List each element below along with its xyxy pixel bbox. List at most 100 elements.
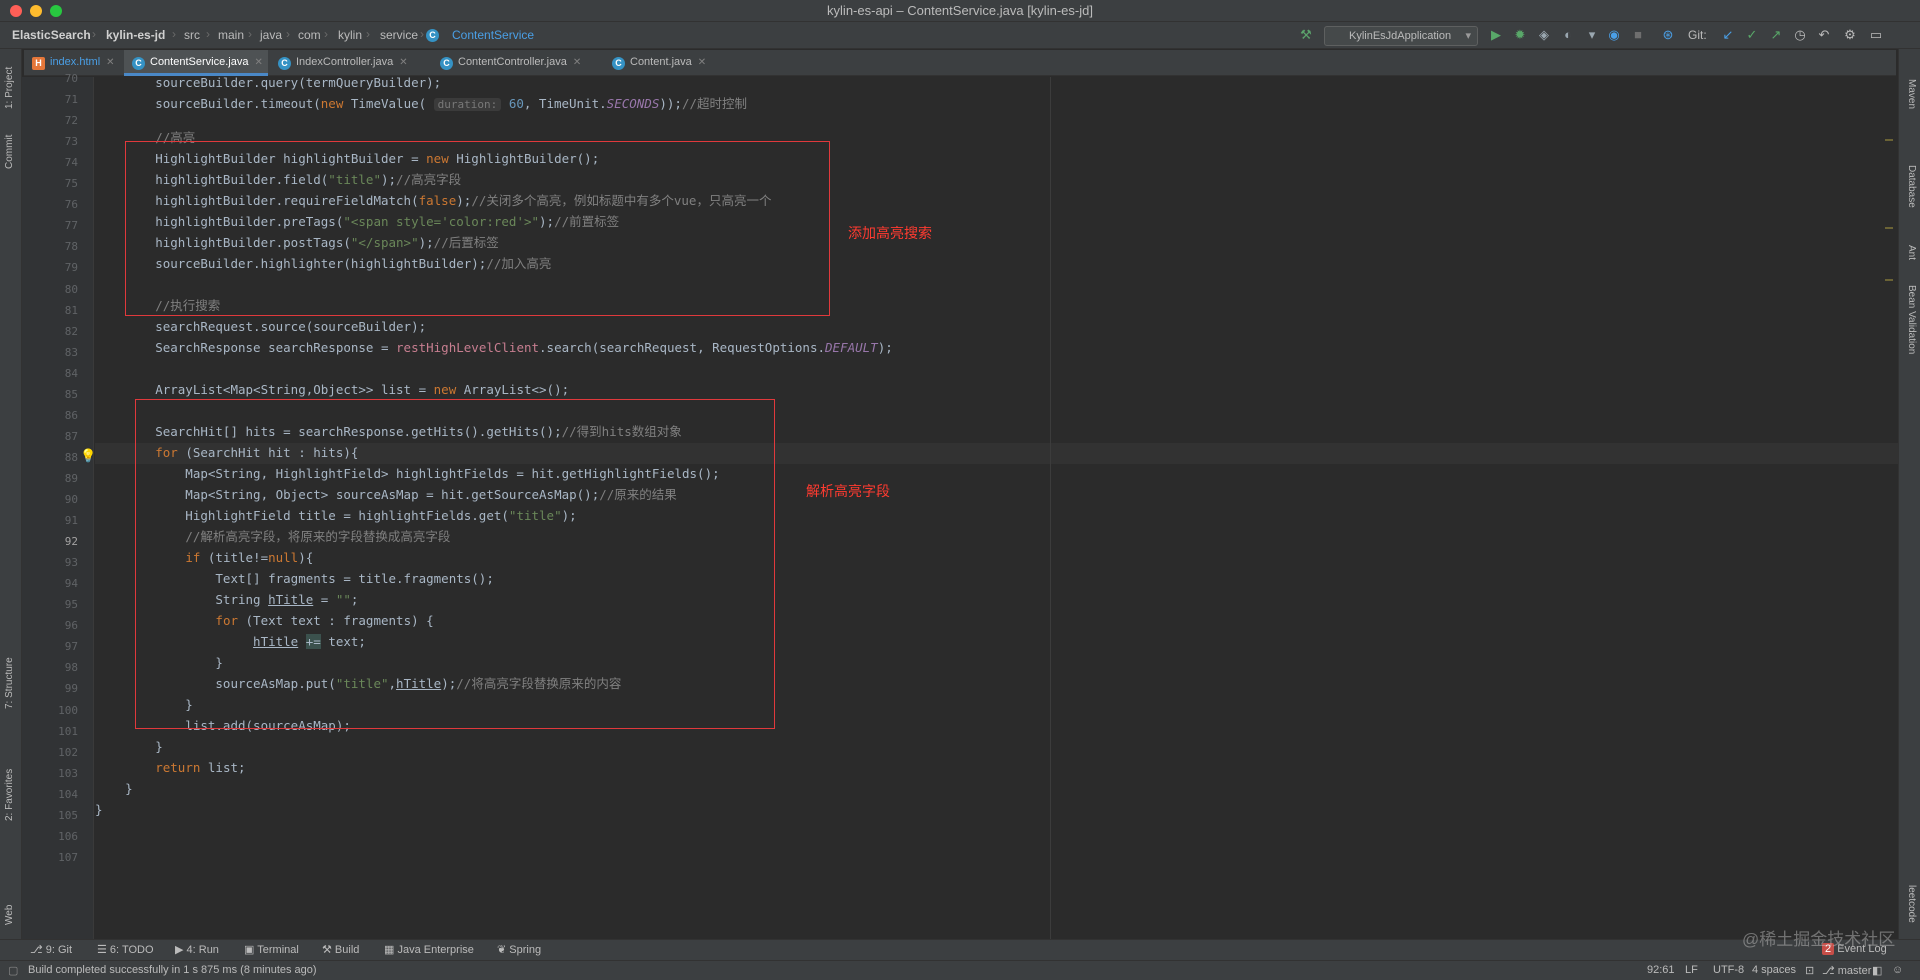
tool-project[interactable]: 1: Project (4, 67, 15, 109)
git-push-icon[interactable]: ↗ (1768, 27, 1784, 43)
close-icon[interactable]: ✕ (698, 57, 706, 68)
run-configuration-select[interactable]: KylinEsJdApplication ▾ (1324, 26, 1478, 46)
tool-web[interactable]: Web (4, 905, 15, 925)
layout-icon[interactable]: ▭ (1868, 27, 1884, 43)
tool-structure[interactable]: 7: Structure (4, 657, 15, 709)
line-number[interactable]: 106 (22, 830, 78, 843)
tool-database[interactable]: Database (1906, 165, 1917, 208)
profile-icon[interactable]: ◐ (1560, 27, 1576, 43)
tab-index-controller[interactable]: C IndexController.java ✕ (270, 50, 430, 76)
tool-leetcode[interactable]: leetcode (1906, 885, 1917, 923)
line-number[interactable]: 97 (22, 640, 78, 653)
line-number[interactable]: 78 (22, 240, 78, 253)
rollback-icon[interactable]: ↶ (1816, 27, 1832, 43)
line-number[interactable]: 83 (22, 346, 78, 359)
breadcrumb-root[interactable]: ElasticSearch (12, 28, 91, 42)
tab-content-service[interactable]: C ContentService.java ✕ (124, 50, 268, 76)
line-number[interactable]: 101 (22, 725, 78, 738)
line-number[interactable]: 99 (22, 682, 78, 695)
git-history-clock-icon[interactable]: ◷ (1792, 27, 1808, 43)
line-number[interactable]: 98 (22, 661, 78, 674)
line-number[interactable]: 107 (22, 851, 78, 864)
breadcrumb-main[interactable]: main (218, 28, 244, 42)
line-number[interactable]: 85 (22, 388, 78, 401)
git-commit-check-icon[interactable]: ✓ (1744, 27, 1760, 43)
line-number[interactable]: 93 (22, 556, 78, 569)
file-encoding[interactable]: UTF-8 (1713, 964, 1744, 976)
coverage-shield-icon[interactable]: ◈ (1536, 27, 1552, 43)
status-message[interactable]: Build completed successfully in 1 s 875 … (28, 964, 317, 976)
tool-commit[interactable]: Commit (4, 135, 15, 169)
line-separator[interactable]: LF (1685, 964, 1698, 976)
breadcrumb-module[interactable]: kylin-es-jd (106, 28, 165, 42)
tool-todo[interactable]: ☰ 6: TODO (97, 943, 154, 956)
tool-java-enterprise[interactable]: ▦ Java Enterprise (384, 943, 474, 956)
notifications-icon[interactable]: ☺ (1892, 964, 1903, 976)
more-run-options-icon[interactable]: ▾ (1584, 27, 1600, 43)
line-number[interactable]: 91 (22, 514, 78, 527)
intention-bulb-icon[interactable]: 💡 (80, 448, 96, 464)
line-number[interactable]: 72 (22, 114, 78, 127)
memory-indicator-icon[interactable]: ◧ (1872, 964, 1882, 977)
line-number[interactable]: 87 (22, 430, 78, 443)
tool-run[interactable]: ▶ 4: Run (175, 943, 219, 956)
tool-git[interactable]: ⎇ 9: Git (30, 943, 72, 956)
line-number[interactable]: 94 (22, 577, 78, 590)
line-number[interactable]: 80 (22, 283, 78, 296)
tool-ant[interactable]: Ant (1906, 245, 1917, 260)
code-editor[interactable]: sourceBuilder.query(termQueryBuilder); s… (95, 77, 1898, 939)
line-number[interactable]: 90 (22, 493, 78, 506)
line-number[interactable]: 104 (22, 788, 78, 801)
line-number[interactable]: 84 (22, 367, 78, 380)
debug-bug-icon[interactable]: ✹ (1512, 27, 1528, 43)
tab-content-controller[interactable]: C ContentController.java ✕ (432, 50, 602, 76)
breadcrumb-com[interactable]: com (298, 28, 321, 42)
update-running-app-icon[interactable]: ◉ (1606, 27, 1622, 43)
close-icon[interactable]: ✕ (254, 57, 262, 68)
run-icon[interactable]: ▶ (1488, 27, 1504, 43)
caret-position[interactable]: 92:61 (1647, 964, 1675, 976)
tool-bean-validation[interactable]: Bean Validation (1906, 285, 1917, 354)
line-number[interactable]: 103 (22, 767, 78, 780)
line-number[interactable]: 71 (22, 93, 78, 106)
lock-icon[interactable]: ⊡ (1805, 964, 1814, 977)
line-number[interactable]: 96 (22, 619, 78, 632)
git-branch[interactable]: ⎇ master (1822, 964, 1871, 977)
tool-spring[interactable]: ❦ Spring (497, 943, 541, 956)
line-number[interactable]: 105 (22, 809, 78, 822)
line-number[interactable]: 79 (22, 261, 78, 274)
breadcrumb-src[interactable]: src (184, 28, 200, 42)
line-number[interactable]: 92 (22, 535, 78, 548)
tool-favorites[interactable]: 2: Favorites (4, 769, 15, 821)
tool-maven[interactable]: Maven (1906, 79, 1917, 109)
line-number[interactable]: 77 (22, 219, 78, 232)
line-number[interactable]: 100 (22, 704, 78, 717)
close-icon[interactable]: ✕ (399, 57, 407, 68)
stop-icon[interactable]: ■ (1630, 27, 1646, 43)
line-number[interactable]: 76 (22, 198, 78, 211)
breadcrumb-kylin[interactable]: kylin (338, 28, 362, 42)
status-icon[interactable]: ▢ (8, 964, 18, 977)
line-number[interactable]: 70 (22, 72, 78, 85)
line-number[interactable]: 73 (22, 135, 78, 148)
line-number[interactable]: 102 (22, 746, 78, 759)
line-number[interactable]: 82 (22, 325, 78, 338)
breadcrumb-service[interactable]: service (380, 28, 418, 42)
line-number[interactable]: 86 (22, 409, 78, 422)
git-update-icon[interactable]: ↙ (1720, 27, 1736, 43)
close-icon[interactable]: ✕ (106, 57, 114, 68)
tool-terminal[interactable]: ▣ Terminal (244, 943, 299, 956)
breadcrumb-java[interactable]: java (260, 28, 282, 42)
indent-setting[interactable]: 4 spaces (1752, 964, 1796, 976)
line-number-gutter[interactable]: 💡 70 71 72 73 74 75 76 77 78 79 80 81 82 83 84 85 86 87 88… (22, 72, 106, 939)
tab-content[interactable]: C Content.java ✕ (604, 50, 720, 76)
line-number[interactable]: 89 (22, 472, 78, 485)
search-everywhere-icon[interactable]: ⊛ (1660, 27, 1676, 43)
line-number[interactable]: 75 (22, 177, 78, 190)
build-hammer-icon[interactable]: ⚒ (1298, 27, 1314, 43)
line-number[interactable]: 95 (22, 598, 78, 611)
breadcrumb-class[interactable]: ContentService (452, 28, 534, 42)
close-icon[interactable]: ✕ (573, 57, 581, 68)
line-number[interactable]: 81 (22, 304, 78, 317)
settings-wrench-icon[interactable]: ⚙ (1842, 27, 1858, 43)
